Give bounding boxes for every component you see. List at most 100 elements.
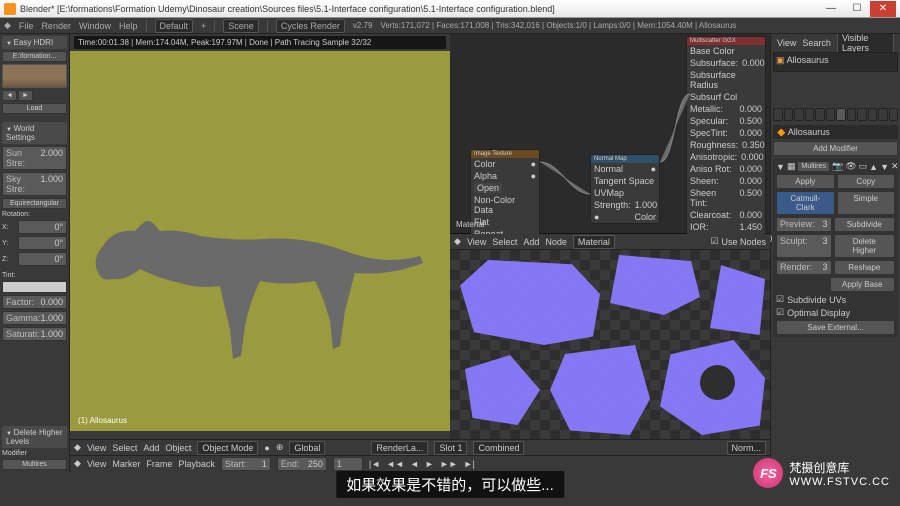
saturation-slider[interactable]: Saturati:1.000 xyxy=(2,327,67,341)
factor-slider[interactable]: Factor:0.000 xyxy=(2,295,67,309)
gamma-slider[interactable]: Gamma:1.000 xyxy=(2,311,67,325)
easy-hdri-header[interactable]: Easy HDRI xyxy=(2,36,67,49)
vp-menu-select[interactable]: Select xyxy=(112,443,137,453)
scene-dropdown[interactable]: Scene xyxy=(223,19,259,33)
subdivide-button[interactable]: Subdivide xyxy=(834,217,895,232)
tl-menu-playback[interactable]: Playback xyxy=(178,459,215,469)
subdivide-uvs-checkbox[interactable]: Subdivide UVs xyxy=(776,294,895,305)
orientation-dropdown[interactable]: Global xyxy=(289,441,325,455)
save-external-button[interactable]: Save External... xyxy=(776,320,895,335)
renderlayer-dropdown[interactable]: RenderLa... xyxy=(371,441,428,455)
sky-strength-slider[interactable]: Sky Stre:1.000 xyxy=(2,172,67,196)
sculpt-level[interactable]: Sculpt:3 xyxy=(776,234,831,258)
apply-base-button[interactable]: Apply Base xyxy=(830,277,895,292)
rotation-z-slider[interactable]: 0° xyxy=(18,252,67,266)
tab-material[interactable] xyxy=(857,108,867,121)
catmull-button[interactable]: Catmull-Clark xyxy=(776,191,834,215)
outliner[interactable]: ▣ Allosaurus xyxy=(773,52,898,72)
pass-dropdown[interactable]: Combined xyxy=(473,441,524,455)
slot-dropdown[interactable]: Slot 1 xyxy=(434,441,467,455)
node-editor[interactable]: Multiscatter GGX Base Color Subsurface:0… xyxy=(450,34,770,234)
current-frame[interactable]: 1 xyxy=(333,457,363,471)
tint-color[interactable] xyxy=(2,281,67,293)
simple-button[interactable]: Simple xyxy=(837,191,895,215)
menu-help[interactable]: Help xyxy=(119,21,138,31)
uv-editor[interactable]: ◆ View Select Add Node Material Use Node… xyxy=(450,234,770,439)
outliner-menu-view[interactable]: View xyxy=(777,38,796,48)
world-settings-header[interactable]: World Settings xyxy=(2,122,67,144)
sun-strength-slider[interactable]: Sun Stre:2.000 xyxy=(2,146,67,170)
material-dropdown[interactable]: Material xyxy=(573,235,615,249)
play-reverse-button[interactable]: ◄ xyxy=(410,459,419,469)
next-button[interactable]: ► xyxy=(18,90,33,101)
modifier-show-edit-icon[interactable]: ▭ xyxy=(859,161,868,172)
vp-menu-add[interactable]: Add xyxy=(143,443,159,453)
start-frame[interactable]: Start:1 xyxy=(221,457,271,471)
normal-map-node[interactable]: Normal Map Normal● Tangent Space UVMap S… xyxy=(590,154,660,224)
jump-start-button[interactable]: |◄ xyxy=(369,459,380,469)
app-icon[interactable]: ◆ xyxy=(4,20,11,31)
play-button[interactable]: ► xyxy=(425,459,434,469)
mode-dropdown[interactable]: Object Mode xyxy=(197,441,258,455)
modifier-collapse-icon[interactable]: ▼ xyxy=(776,162,785,172)
modifier-name[interactable]: Multires xyxy=(797,161,830,172)
tl-menu-frame[interactable]: Frame xyxy=(146,459,172,469)
modifier-delete-icon[interactable]: ✕ xyxy=(891,161,899,172)
tab-constraints[interactable] xyxy=(826,108,836,121)
render-level[interactable]: Render:3 xyxy=(776,260,831,275)
folder-field[interactable]: E:\formation... xyxy=(2,51,67,62)
apply-button[interactable]: Apply xyxy=(776,174,834,189)
norm-dropdown[interactable]: Norm... xyxy=(727,441,767,455)
tab-object[interactable] xyxy=(815,108,825,121)
add-modifier-dropdown[interactable]: Add Modifier xyxy=(773,141,898,156)
render-viewport[interactable]: Time:00:01.38 | Mem:174.04M, Peak:197.97… xyxy=(70,34,450,439)
end-frame[interactable]: End:250 xyxy=(277,457,327,471)
hdri-thumbnail[interactable] xyxy=(2,64,67,88)
tab-physics[interactable] xyxy=(889,108,899,121)
principled-node[interactable]: Multiscatter GGX Base Color Subsurface:0… xyxy=(686,36,766,246)
modifier-move-down-icon[interactable]: ▼ xyxy=(880,162,889,172)
tab-scene[interactable] xyxy=(794,108,804,121)
multires-dropdown[interactable]: Multires xyxy=(2,459,67,470)
delete-higher-header[interactable]: Delete Higher Levels xyxy=(2,426,67,448)
rotation-x-slider[interactable]: 0° xyxy=(18,220,67,234)
delete-higher-button[interactable]: Delete Higher xyxy=(834,234,895,258)
outliner-item[interactable]: Allosaurus xyxy=(787,55,829,65)
tab-texture[interactable] xyxy=(868,108,878,121)
minimize-button[interactable]: — xyxy=(818,1,844,17)
load-button[interactable]: Load xyxy=(2,103,67,114)
vp-menu-object[interactable]: Object xyxy=(165,443,191,453)
modifier-show-viewport-icon[interactable]: 👁 xyxy=(845,161,856,172)
maximize-button[interactable]: ☐ xyxy=(844,1,870,17)
editor-type-icon[interactable]: ◆ xyxy=(454,236,461,247)
uv-menu-select[interactable]: Select xyxy=(492,237,517,247)
jump-end-button[interactable]: ►| xyxy=(464,459,475,469)
close-button[interactable]: ✕ xyxy=(870,1,896,17)
shading-icon[interactable]: ● xyxy=(264,443,269,453)
copy-button[interactable]: Copy xyxy=(837,174,895,189)
prev-key-button[interactable]: ◄◄ xyxy=(386,459,404,469)
tab-modifiers[interactable] xyxy=(836,108,846,121)
editor-type-icon[interactable]: ◆ xyxy=(74,442,81,453)
projection-dropdown[interactable]: Equirectangular xyxy=(2,198,67,209)
uv-canvas[interactable] xyxy=(450,250,770,439)
tab-data[interactable] xyxy=(847,108,857,121)
use-nodes-checkbox[interactable]: Use Nodes xyxy=(710,236,766,247)
uv-menu-add[interactable]: Add xyxy=(523,237,539,247)
reshape-button[interactable]: Reshape xyxy=(834,260,895,275)
prev-button[interactable]: ◄ xyxy=(2,90,17,101)
engine-dropdown[interactable]: Cycles Render xyxy=(276,19,345,33)
next-key-button[interactable]: ►► xyxy=(440,459,458,469)
tl-menu-view[interactable]: View xyxy=(87,459,106,469)
vp-menu-view[interactable]: View xyxy=(87,443,106,453)
timeline-editor-icon[interactable]: ◆ xyxy=(74,458,81,469)
tab-world[interactable] xyxy=(805,108,815,121)
add-layout-button[interactable]: + xyxy=(201,21,206,31)
uv-menu-node[interactable]: Node xyxy=(545,237,567,247)
menu-file[interactable]: File xyxy=(19,21,34,31)
pivot-icon[interactable]: ⊕ xyxy=(276,442,284,453)
menu-render[interactable]: Render xyxy=(41,21,71,31)
optimal-display-checkbox[interactable]: Optimal Display xyxy=(776,307,895,318)
uv-menu-view[interactable]: View xyxy=(467,237,486,247)
tab-layers[interactable] xyxy=(784,108,794,121)
